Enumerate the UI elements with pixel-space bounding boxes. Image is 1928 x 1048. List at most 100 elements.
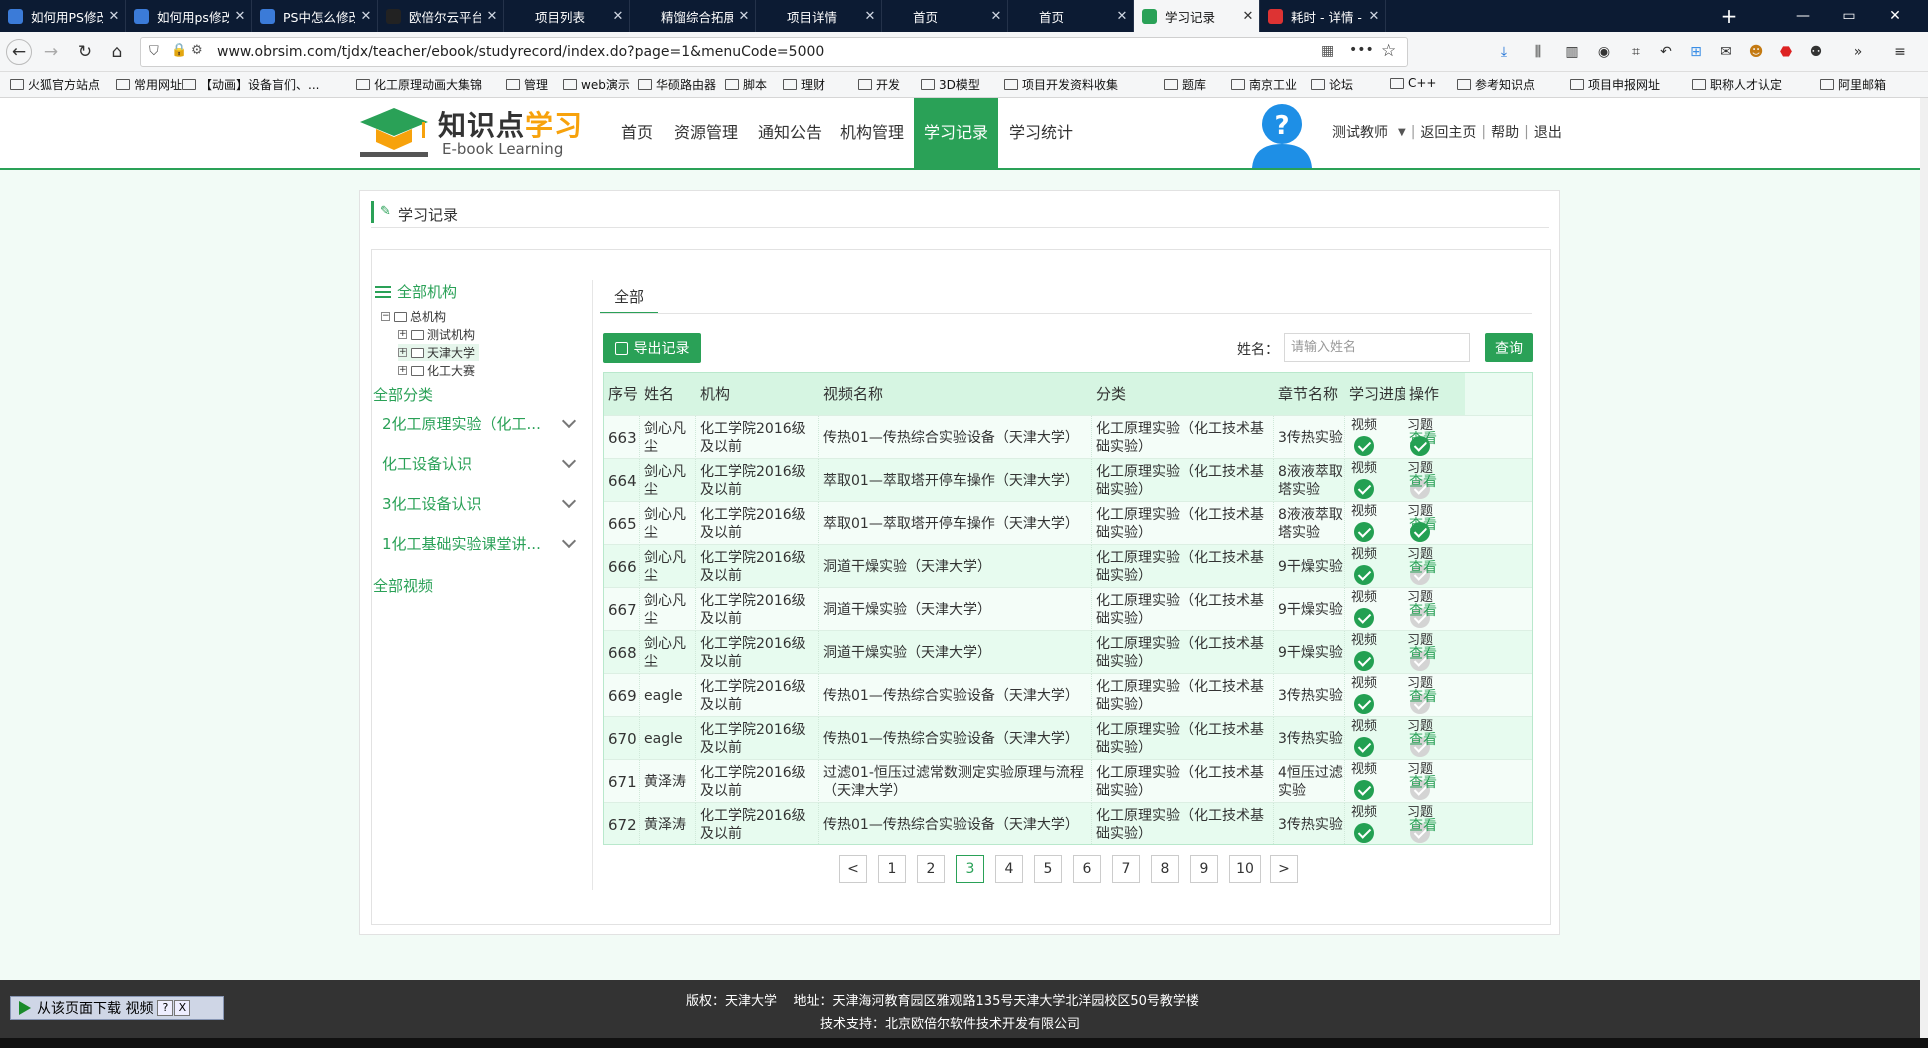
- view-link[interactable]: 查看: [1409, 729, 1437, 749]
- view-link[interactable]: 查看: [1409, 643, 1437, 663]
- nav-item[interactable]: 学习记录: [914, 98, 998, 168]
- adblock-icon[interactable]: ⬣: [1776, 42, 1796, 62]
- insecure-lock-icon[interactable]: 🔒: [171, 43, 187, 58]
- page-button[interactable]: 4: [995, 855, 1023, 883]
- page-button[interactable]: 2: [917, 855, 945, 883]
- shield-icon[interactable]: ⛉: [149, 44, 159, 59]
- browser-tab[interactable]: 学习记录 ✕: [1134, 0, 1260, 32]
- view-link[interactable]: 查看: [1409, 815, 1437, 835]
- collapse-icon[interactable]: −: [381, 312, 390, 321]
- bookmark-item[interactable]: 项目开发资料收集: [1004, 76, 1118, 93]
- view-link[interactable]: 查看: [1409, 471, 1437, 491]
- category-item[interactable]: 3化工设备认识: [382, 493, 582, 514]
- nav-item[interactable]: 首页: [612, 98, 662, 168]
- reload-icon[interactable]: ↻: [72, 39, 98, 65]
- browser-tab[interactable]: 项目详情 ✕: [756, 0, 882, 32]
- menu-icon[interactable]: ≡: [1890, 42, 1910, 62]
- expand-icon[interactable]: +: [398, 330, 407, 339]
- nav-item[interactable]: 资源管理: [664, 98, 748, 168]
- chevron-down-icon[interactable]: [561, 413, 577, 428]
- back-icon[interactable]: ←: [6, 39, 32, 65]
- browser-tab[interactable]: 如何用ps修改图片✕: [126, 0, 252, 32]
- nav-item[interactable]: 通知公告: [752, 98, 828, 168]
- bookmark-item[interactable]: 阿里邮箱: [1820, 76, 1886, 93]
- page-actions-icon[interactable]: •••: [1349, 42, 1374, 58]
- help-icon[interactable]: ?: [157, 1000, 174, 1016]
- expand-icon[interactable]: +: [398, 348, 407, 357]
- bookmark-item[interactable]: 3D模型: [921, 76, 980, 93]
- close-icon[interactable]: X: [174, 1000, 191, 1016]
- chevron-down-icon[interactable]: [561, 533, 577, 548]
- overflow-chevron-icon[interactable]: »: [1848, 42, 1868, 62]
- browser-tab[interactable]: 耗时 - 详情 - 晓菲✕: [1260, 0, 1386, 32]
- export-records-button[interactable]: 导出记录: [603, 333, 701, 363]
- page-button[interactable]: 9: [1190, 855, 1218, 883]
- close-icon[interactable]: ✕: [607, 9, 629, 24]
- translate-icon[interactable]: ⊞: [1686, 42, 1706, 62]
- download-icon[interactable]: ⤓: [1494, 42, 1514, 62]
- username[interactable]: 测试教师: [1332, 122, 1388, 142]
- undo-icon[interactable]: ↶: [1656, 42, 1676, 62]
- link-home[interactable]: 返回主页: [1420, 122, 1476, 142]
- view-link[interactable]: 查看: [1409, 557, 1437, 577]
- bookmark-item[interactable]: 火狐官方站点: [10, 76, 100, 93]
- bookmark-item[interactable]: 论坛: [1311, 76, 1353, 93]
- tree-node-root[interactable]: − 总机构: [381, 308, 446, 325]
- page-button[interactable]: 6: [1073, 855, 1101, 883]
- name-search-input[interactable]: [1284, 333, 1470, 362]
- close-icon[interactable]: ✕: [859, 9, 881, 24]
- bookmark-item[interactable]: 常用网址: [116, 76, 182, 93]
- view-link[interactable]: 查看: [1409, 600, 1437, 620]
- account-icon[interactable]: ◉: [1594, 42, 1614, 62]
- query-button[interactable]: 查询: [1485, 333, 1533, 362]
- browser-tab[interactable]: 欧倍尔云平台 ✕: [378, 0, 504, 32]
- page-button[interactable]: 1: [878, 855, 906, 883]
- close-icon[interactable]: ✕: [1111, 9, 1133, 24]
- browser-tab[interactable]: PS中怎么修改图片✕: [252, 0, 378, 32]
- category-title[interactable]: 全部分类: [373, 384, 433, 405]
- bookmark-item[interactable]: 化工原理动画大集锦: [356, 76, 482, 93]
- bookmark-item[interactable]: 题库: [1164, 76, 1206, 93]
- bookmark-star-icon[interactable]: ☆: [1381, 41, 1396, 61]
- link-logout[interactable]: 退出: [1534, 122, 1562, 142]
- qr-code-icon[interactable]: ▦: [1321, 43, 1334, 59]
- url-text[interactable]: www.obrsim.com/tjdx/teacher/ebook/studyr…: [217, 38, 824, 66]
- bookmark-item[interactable]: 南京工业: [1231, 76, 1297, 93]
- view-link[interactable]: 查看: [1409, 428, 1437, 448]
- page-prev-button[interactable]: <: [839, 855, 867, 883]
- user-dropdown-caret-icon[interactable]: ▼: [1398, 127, 1406, 138]
- category-item[interactable]: 化工设备认识: [382, 453, 582, 474]
- address-bar[interactable]: ⛉ 🔒 ⚙ www.obrsim.com/tjdx/teacher/ebook/…: [140, 37, 1408, 67]
- tree-node-tianjin-university[interactable]: + 天津大学: [398, 344, 480, 361]
- page-button[interactable]: 5: [1034, 855, 1062, 883]
- expand-icon[interactable]: +: [398, 366, 407, 375]
- page-button[interactable]: 3: [956, 855, 984, 883]
- tree-node-test-org[interactable]: + 测试机构: [398, 326, 475, 343]
- close-icon[interactable]: ✕: [103, 9, 125, 24]
- tab-all[interactable]: 全部: [600, 284, 658, 314]
- browser-tab[interactable]: 首页 ✕: [1008, 0, 1134, 32]
- view-link[interactable]: 查看: [1409, 686, 1437, 706]
- close-icon[interactable]: ✕: [985, 9, 1007, 24]
- window-maximize-button[interactable]: ▭: [1826, 0, 1872, 32]
- user-avatar-icon[interactable]: ?: [1246, 98, 1318, 168]
- page-button[interactable]: 10: [1229, 855, 1261, 883]
- sidebar-icon[interactable]: ▥: [1562, 42, 1582, 62]
- window-minimize-button[interactable]: —: [1780, 0, 1826, 32]
- extension-icon[interactable]: ⚉: [1806, 42, 1826, 62]
- browser-tab[interactable]: 精馏综合拓展3D虚拟仿✕: [630, 0, 756, 32]
- close-icon[interactable]: ✕: [733, 9, 755, 24]
- close-icon[interactable]: ✕: [1237, 9, 1259, 24]
- tree-node-chem-contest[interactable]: + 化工大赛: [398, 362, 475, 379]
- extension-face-icon[interactable]: ☻: [1746, 42, 1766, 62]
- new-tab-button[interactable]: +: [1716, 0, 1742, 32]
- bookmark-item[interactable]: web演示: [563, 76, 630, 93]
- category-item[interactable]: 2化工原理实验（化工...: [382, 413, 582, 434]
- page-scrollbar[interactable]: [1920, 98, 1928, 1048]
- view-link[interactable]: 查看: [1409, 772, 1437, 792]
- org-tree-title[interactable]: 全部机构: [375, 281, 457, 302]
- close-icon[interactable]: ✕: [481, 9, 503, 24]
- library-icon[interactable]: ⫼: [1528, 42, 1548, 62]
- close-icon[interactable]: ✕: [229, 9, 251, 24]
- chevron-down-icon[interactable]: [561, 453, 577, 468]
